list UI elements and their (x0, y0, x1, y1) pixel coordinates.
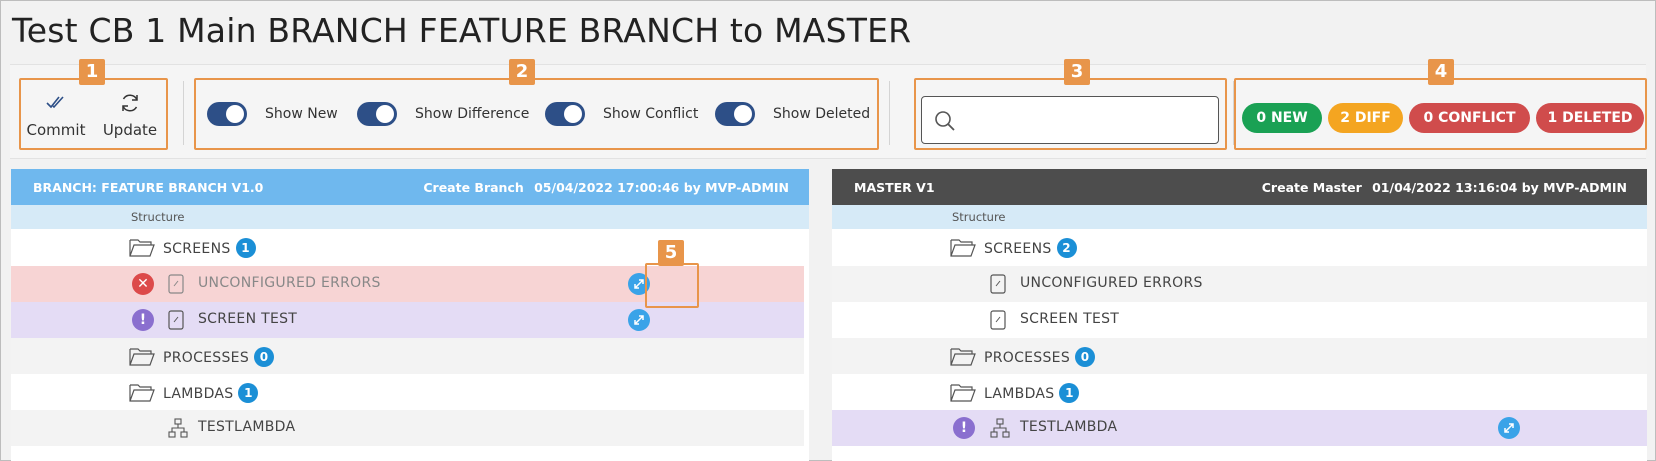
screen-file-icon (168, 310, 184, 330)
tree-row-lambdas[interactable]: LAMBDAS 1 (11, 374, 809, 410)
master-structure-header: Structure (832, 205, 1647, 229)
tree-row-screens[interactable]: SCREENS 1 (11, 229, 809, 265)
count-badge: 1 (235, 238, 256, 258)
tree-row-label: SCREEN TEST (1020, 311, 1120, 327)
folder-icon (950, 239, 976, 257)
tree-row-lambdas[interactable]: LAMBDAS 1 (832, 374, 1647, 410)
structure-label: Structure (131, 210, 185, 224)
tree-row-label: SCREENS 2 (984, 238, 1077, 258)
count-badge: 0 (254, 347, 275, 367)
branch-panel-header: BRANCH: FEATURE BRANCH V1.0 Create Branc… (11, 169, 809, 205)
tree-row-testlambda[interactable]: ! TESTLAMBDA (832, 410, 1647, 446)
branch-panel-title: BRANCH: FEATURE BRANCH V1.0 (33, 180, 264, 195)
toolbar-divider (183, 81, 184, 145)
tree-row-label: LAMBDAS 1 (163, 383, 259, 403)
tree-row-label: UNCONFIGURED ERRORS (198, 275, 381, 291)
callout-box-4 (1234, 78, 1647, 150)
master-panel-title: MASTER V1 (854, 180, 935, 195)
expand-icon (634, 315, 644, 325)
callout-number-4: 4 (1428, 59, 1454, 85)
master-meta-label: Create Master (1261, 180, 1362, 195)
count-badge: 2 (1056, 238, 1077, 258)
callout-number-2: 2 (509, 59, 535, 85)
master-panel-meta: Create Master 01/04/2022 13:16:04 by MVP… (1262, 180, 1627, 195)
count-badge: 1 (238, 383, 259, 403)
lambda-icon (168, 418, 188, 438)
warning-icon: ! (132, 309, 154, 331)
callout-number-5: 5 (658, 240, 684, 266)
folder-icon (950, 348, 976, 366)
tree-row-label: SCREEN TEST (198, 311, 298, 327)
lambda-icon (990, 418, 1010, 438)
expand-compare-button[interactable] (1498, 417, 1520, 439)
folder-icon (129, 384, 155, 402)
count-badge: 0 (1075, 347, 1096, 367)
folder-icon (129, 239, 155, 257)
tree-row-processes[interactable]: PROCESSES 0 (11, 338, 804, 374)
branch-structure-header: Structure (11, 205, 809, 229)
page-title: Test CB 1 Main BRANCH FEATURE BRANCH to … (12, 11, 912, 50)
branch-panel-meta: Create Branch 05/04/2022 17:00:46 by MVP… (423, 180, 789, 195)
tree-row-testlambda[interactable]: TESTLAMBDA (11, 410, 804, 446)
tree-row-processes[interactable]: PROCESSES 0 (832, 338, 1647, 374)
screen-file-icon (990, 274, 1006, 294)
expand-compare-button[interactable] (628, 309, 650, 331)
callout-box-5 (645, 263, 699, 308)
toolbar-divider (889, 81, 890, 145)
count-badge: 1 (1059, 383, 1080, 403)
branch-panel: BRANCH: FEATURE BRANCH V1.0 Create Branc… (11, 169, 809, 461)
tree-row-label: LAMBDAS 1 (984, 383, 1080, 403)
tree-row-screens[interactable]: SCREENS 2 (832, 229, 1647, 265)
structure-label: Structure (952, 210, 1006, 224)
folder-icon (129, 348, 155, 366)
screen-file-icon (168, 274, 184, 294)
tree-row-label: UNCONFIGURED ERRORS (1020, 275, 1203, 291)
branch-meta-label: Create Branch (423, 180, 524, 195)
tree-row-label: PROCESSES 0 (984, 347, 1096, 367)
branch-meta-value: 05/04/2022 17:00:46 by MVP-ADMIN (534, 180, 789, 195)
callout-box-2 (194, 78, 879, 150)
callout-box-3 (914, 78, 1227, 150)
expand-icon (1504, 423, 1514, 433)
tree-row-unconfigured-errors[interactable]: UNCONFIGURED ERRORS (832, 266, 1647, 302)
master-panel-header: MASTER V1 Create Master 01/04/2022 13:16… (832, 169, 1647, 205)
tree-row-label: PROCESSES 0 (163, 347, 275, 367)
folder-icon (950, 384, 976, 402)
tree-row-label: TESTLAMBDA (198, 419, 296, 435)
screen-file-icon (990, 310, 1006, 330)
tree-row-screen-test[interactable]: SCREEN TEST (832, 302, 1647, 338)
tree-row-label: SCREENS 1 (163, 238, 256, 258)
master-meta-value: 01/04/2022 13:16:04 by MVP-ADMIN (1372, 180, 1627, 195)
tree-row-label: TESTLAMBDA (1020, 419, 1118, 435)
error-icon: ✕ (132, 273, 154, 295)
master-panel: MASTER V1 Create Master 01/04/2022 13:16… (832, 169, 1647, 461)
callout-box-1 (19, 78, 168, 150)
callout-number-3: 3 (1064, 59, 1090, 85)
warning-icon: ! (953, 417, 975, 439)
callout-number-1: 1 (79, 59, 105, 85)
